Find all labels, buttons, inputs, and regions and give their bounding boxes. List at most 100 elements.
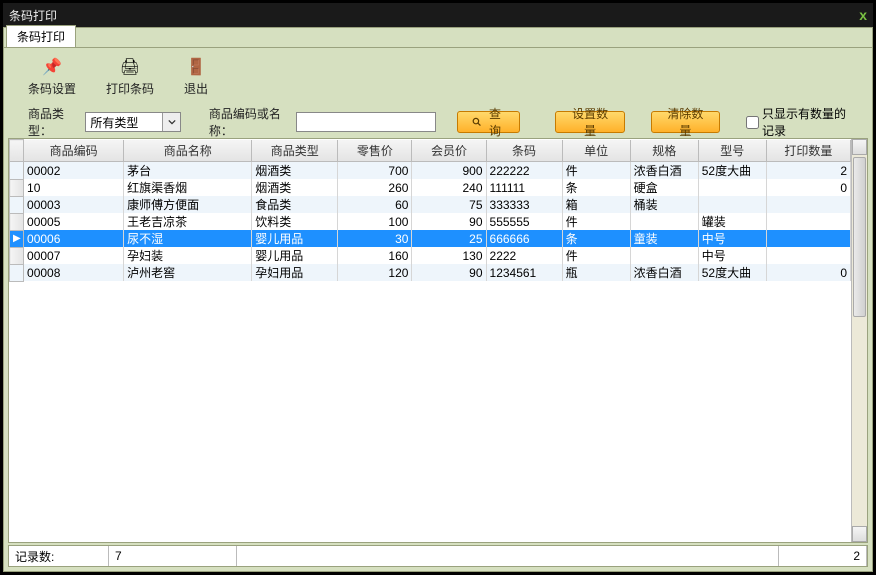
cell[interactable]: 烟酒类 bbox=[252, 179, 338, 196]
cell[interactable]: 孕妇用品 bbox=[252, 264, 338, 281]
cell[interactable]: 160 bbox=[338, 247, 412, 264]
table-row[interactable]: 00003康师傅方便面食品类6075333333箱桶装 bbox=[10, 196, 851, 213]
cell[interactable]: 桶装 bbox=[630, 196, 698, 213]
cell[interactable]: 王老吉凉茶 bbox=[124, 213, 252, 230]
cell[interactable]: 00007 bbox=[24, 247, 124, 264]
cell[interactable]: 52度大曲 bbox=[698, 162, 766, 180]
cell[interactable] bbox=[766, 230, 850, 247]
cell[interactable] bbox=[766, 196, 850, 213]
only-qty-checkbox[interactable]: 只显示有数量的记录 bbox=[746, 105, 848, 139]
cell[interactable]: 尿不湿 bbox=[124, 230, 252, 247]
cell[interactable]: 75 bbox=[412, 196, 486, 213]
cell[interactable]: 件 bbox=[562, 162, 630, 180]
cell[interactable]: 52度大曲 bbox=[698, 264, 766, 281]
cell[interactable]: 60 bbox=[338, 196, 412, 213]
query-button[interactable]: 查询 bbox=[457, 111, 520, 133]
cell[interactable]: 罐装 bbox=[698, 213, 766, 230]
cell[interactable]: 婴儿用品 bbox=[252, 247, 338, 264]
cell[interactable]: 00005 bbox=[24, 213, 124, 230]
table-row[interactable]: 00002茅台烟酒类700900222222件浓香白酒52度大曲2 bbox=[10, 162, 851, 180]
table-row[interactable]: 00005王老吉凉茶饮料类10090555555件 罐装 bbox=[10, 213, 851, 230]
col-header[interactable]: 打印数量 bbox=[766, 140, 850, 162]
clear-qty-button[interactable]: 清除数量 bbox=[651, 111, 720, 133]
cell[interactable]: 130 bbox=[412, 247, 486, 264]
cell[interactable]: 0 bbox=[766, 179, 850, 196]
set-qty-button[interactable]: 设置数量 bbox=[555, 111, 624, 133]
cell[interactable]: 90 bbox=[412, 213, 486, 230]
cell[interactable]: 240 bbox=[412, 179, 486, 196]
tab-barcode-print[interactable]: 条码打印 bbox=[6, 25, 76, 47]
cell[interactable]: 25 bbox=[412, 230, 486, 247]
col-header[interactable]: 条码 bbox=[486, 140, 562, 162]
cell[interactable]: 康师傅方便面 bbox=[124, 196, 252, 213]
cell[interactable]: 婴儿用品 bbox=[252, 230, 338, 247]
cell[interactable]: 中号 bbox=[698, 247, 766, 264]
cell[interactable]: 700 bbox=[338, 162, 412, 180]
cell[interactable]: 红旗渠香烟 bbox=[124, 179, 252, 196]
cell[interactable]: 1234561 bbox=[486, 264, 562, 281]
cell[interactable]: 333333 bbox=[486, 196, 562, 213]
cell[interactable]: 900 bbox=[412, 162, 486, 180]
cell[interactable]: 烟酒类 bbox=[252, 162, 338, 180]
cell[interactable]: 孕妇装 bbox=[124, 247, 252, 264]
cell[interactable]: 中号 bbox=[698, 230, 766, 247]
cell[interactable]: 条 bbox=[562, 230, 630, 247]
close-icon[interactable]: x bbox=[859, 7, 867, 23]
exit-button[interactable]: 🚪 退出 bbox=[184, 57, 208, 97]
print-barcode-button[interactable]: 🖨 打印条码 bbox=[106, 57, 154, 97]
cell[interactable]: 00003 bbox=[24, 196, 124, 213]
cell[interactable] bbox=[630, 213, 698, 230]
col-header[interactable]: 商品名称 bbox=[124, 140, 252, 162]
cell[interactable]: 饮料类 bbox=[252, 213, 338, 230]
cell[interactable]: 120 bbox=[338, 264, 412, 281]
cell[interactable]: 件 bbox=[562, 213, 630, 230]
cell[interactable]: 00008 bbox=[24, 264, 124, 281]
cell[interactable]: 童装 bbox=[630, 230, 698, 247]
cell[interactable]: 100 bbox=[338, 213, 412, 230]
table-row[interactable]: 00007孕妇装婴儿用品1601302222件 中号 bbox=[10, 247, 851, 264]
cell[interactable]: 箱 bbox=[562, 196, 630, 213]
data-grid[interactable]: 商品编码商品名称商品类型零售价会员价条码单位规格型号打印数量 00002茅台烟酒… bbox=[8, 138, 868, 543]
cell[interactable]: 90 bbox=[412, 264, 486, 281]
cell[interactable] bbox=[766, 213, 850, 230]
scrollbar-thumb[interactable] bbox=[853, 157, 866, 317]
cell[interactable]: 浓香白酒 bbox=[630, 162, 698, 180]
table-row[interactable]: 10红旗渠香烟烟酒类260240111111条硬盒0 bbox=[10, 179, 851, 196]
product-type-combo[interactable] bbox=[85, 112, 181, 132]
cell[interactable]: 222222 bbox=[486, 162, 562, 180]
cell[interactable]: 件 bbox=[562, 247, 630, 264]
cell[interactable]: 泸州老窖 bbox=[124, 264, 252, 281]
cell[interactable]: 茅台 bbox=[124, 162, 252, 180]
cell[interactable]: 555555 bbox=[486, 213, 562, 230]
product-code-input[interactable] bbox=[296, 112, 436, 132]
barcode-settings-button[interactable]: 📌 条码设置 bbox=[28, 57, 76, 97]
cell[interactable]: 666666 bbox=[486, 230, 562, 247]
col-header[interactable]: 商品类型 bbox=[252, 140, 338, 162]
col-header[interactable]: 型号 bbox=[698, 140, 766, 162]
table-row[interactable]: 00008泸州老窖孕妇用品120901234561瓶浓香白酒52度大曲0 bbox=[10, 264, 851, 281]
cell[interactable]: 食品类 bbox=[252, 196, 338, 213]
cell[interactable]: 0 bbox=[766, 264, 850, 281]
cell[interactable] bbox=[698, 196, 766, 213]
cell[interactable]: 111111 bbox=[486, 179, 562, 196]
col-header[interactable]: 零售价 bbox=[338, 140, 412, 162]
cell[interactable]: 2 bbox=[766, 162, 850, 180]
cell[interactable]: 10 bbox=[24, 179, 124, 196]
cell[interactable]: 00002 bbox=[24, 162, 124, 180]
cell[interactable]: 2222 bbox=[486, 247, 562, 264]
cell[interactable]: 浓香白酒 bbox=[630, 264, 698, 281]
vertical-scrollbar[interactable] bbox=[851, 139, 867, 542]
chevron-down-icon[interactable] bbox=[162, 113, 180, 131]
table-row[interactable]: ▶00006尿不湿婴儿用品3025666666条童装中号 bbox=[10, 230, 851, 247]
cell[interactable]: 260 bbox=[338, 179, 412, 196]
only-qty-input[interactable] bbox=[746, 116, 759, 129]
cell[interactable]: 30 bbox=[338, 230, 412, 247]
col-header[interactable]: 会员价 bbox=[412, 140, 486, 162]
cell[interactable]: 瓶 bbox=[562, 264, 630, 281]
col-header[interactable]: 商品编码 bbox=[24, 140, 124, 162]
cell[interactable] bbox=[698, 179, 766, 196]
cell[interactable]: 00006 bbox=[24, 230, 124, 247]
cell[interactable] bbox=[766, 247, 850, 264]
col-header[interactable]: 单位 bbox=[562, 140, 630, 162]
cell[interactable]: 条 bbox=[562, 179, 630, 196]
